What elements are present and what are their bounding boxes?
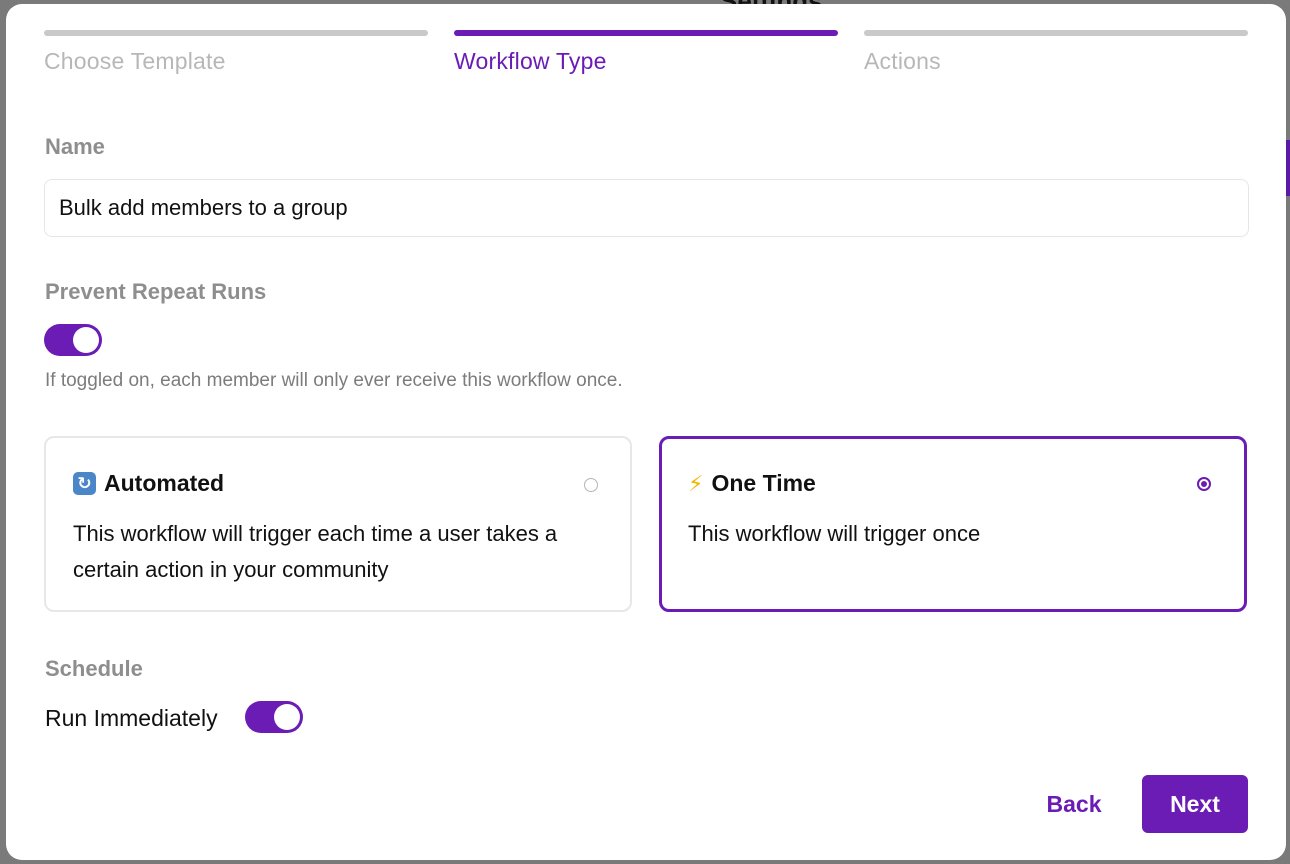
next-button[interactable]: Next [1142, 775, 1248, 833]
card-title: ⚡ One Time [688, 470, 816, 497]
step-workflow-type[interactable]: Workflow Type [454, 30, 838, 75]
one-time-radio[interactable] [1197, 477, 1211, 491]
prevent-repeat-helper-text: If toggled on, each member will only eve… [45, 370, 623, 391]
workflow-type-one-time-card[interactable]: ⚡ One Time This workflow will trigger on… [659, 436, 1247, 612]
step-progress-bar [44, 30, 428, 36]
run-immediately-label: Run Immediately [45, 705, 218, 731]
workflow-type-automated-card[interactable]: ↻ Automated This workflow will trigger e… [44, 436, 632, 612]
back-button[interactable]: Back [1028, 775, 1120, 833]
automated-radio[interactable] [584, 478, 598, 492]
card-title: ↻ Automated [73, 470, 224, 497]
name-label: Name [45, 134, 105, 159]
step-label: Workflow Type [454, 48, 607, 74]
lightning-icon: ⚡ [688, 470, 704, 496]
toggle-knob [73, 327, 99, 353]
repeat-icon: ↻ [73, 472, 96, 495]
workflow-modal: Choose Template Workflow Type Actions Na… [6, 4, 1286, 860]
stepper: Choose Template Workflow Type Actions [44, 30, 1249, 80]
card-description: This workflow will trigger each time a u… [73, 521, 558, 582]
toggle-knob [274, 704, 300, 730]
schedule-label: Schedule [45, 656, 143, 681]
prevent-repeat-toggle[interactable] [44, 324, 102, 356]
step-actions[interactable]: Actions [864, 30, 1248, 75]
prevent-repeat-label: Prevent Repeat Runs [45, 279, 267, 304]
step-progress-bar [454, 30, 838, 36]
step-progress-bar [864, 30, 1248, 36]
run-immediately-toggle[interactable] [245, 701, 303, 733]
card-description: This workflow will trigger once [688, 521, 981, 546]
step-label: Choose Template [44, 48, 226, 74]
card-title-text: Automated [104, 470, 225, 496]
card-title-text: One Time [711, 470, 816, 496]
step-label: Actions [864, 48, 941, 74]
step-choose-template[interactable]: Choose Template [44, 30, 428, 75]
name-input[interactable] [44, 179, 1249, 237]
